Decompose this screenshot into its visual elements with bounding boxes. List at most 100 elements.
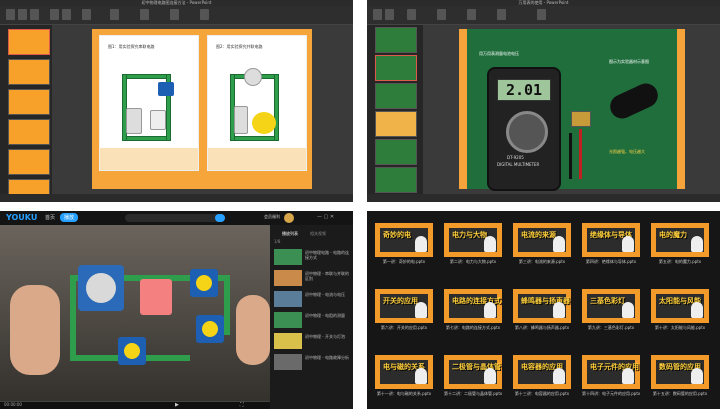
wire <box>70 275 76 361</box>
youku-header: YOUKU 首页 播放 会员福利 — ▢ ✕ <box>0 211 353 225</box>
hand-left <box>10 285 60 375</box>
battery-component <box>126 108 142 134</box>
window-controls[interactable]: — ▢ ✕ <box>317 214 347 220</box>
slide-thumbnail[interactable] <box>8 149 50 175</box>
slide: 用万用表测量电池电压 图示为实验器材示意图 光照越强，电压越大 2.01 DT-… <box>459 29 685 191</box>
ribbon-button[interactable] <box>50 9 59 20</box>
file-card[interactable]: 太阳能与风能 第十讲：太阳能与风能.pptx <box>651 289 709 333</box>
file-card[interactable]: 开关的应用 第六讲：开关的应用.pptx <box>375 289 433 333</box>
cartoon-figure-icon <box>484 236 496 252</box>
file-card[interactable]: 电力与大物 第二讲：电力与大物.pptx <box>444 223 502 267</box>
cartoon-figure-icon <box>415 236 427 252</box>
slide-thumbnail-pane <box>367 25 423 194</box>
cartoon-figure-icon <box>415 368 427 384</box>
ribbon-button[interactable] <box>62 9 71 20</box>
playlist-item[interactable]: 初中物理 - 串联与并联的区别 <box>274 270 350 286</box>
cartoon-figure-icon <box>484 302 496 318</box>
slide-thumbnail[interactable] <box>8 29 50 55</box>
slide-thumbnail[interactable] <box>375 55 417 81</box>
wire <box>122 74 170 79</box>
fullscreen-icon[interactable]: ⛶ <box>240 402 244 408</box>
ribbon-button[interactable] <box>140 9 149 20</box>
ribbon-button[interactable] <box>82 9 91 20</box>
cartoon-figure-icon <box>415 302 427 318</box>
note-top: 用万用表测量电池电压 <box>479 51 519 56</box>
note-right: 图示为实验器材示意图 <box>609 59 649 64</box>
youku-logo[interactable]: YOUKU <box>6 213 37 222</box>
slide-thumbnail[interactable] <box>8 89 50 115</box>
file-card[interactable]: 电子元件的应用 第十四讲：电子元件的应用.pptx <box>582 355 640 399</box>
ribbon-button[interactable] <box>437 9 446 20</box>
nav-play-active[interactable]: 播放 <box>60 213 79 222</box>
playlist-item[interactable]: 初中物理电路 - 电路的连接方式 <box>274 249 350 265</box>
tab-playlist[interactable]: 播放列表 <box>282 231 298 237</box>
file-card[interactable]: 三基色彩灯 第九讲：三基色彩灯.pptx <box>582 289 640 333</box>
slide-thumbnail-pane <box>0 25 52 202</box>
ribbon-button[interactable] <box>18 9 27 20</box>
ribbon-button[interactable] <box>497 9 506 20</box>
vip-label[interactable]: 会员福利 <box>264 214 280 220</box>
status-bar <box>367 194 720 202</box>
playlist-item[interactable]: 初中物理 - 开关与灯泡 <box>274 333 350 349</box>
file-card[interactable]: 数码管的应用 第十五讲：数码管的应用.pptx <box>651 355 709 399</box>
playlist-item[interactable]: 初中物理 - 电路故障分析 <box>274 354 350 370</box>
cartoon-figure-icon <box>622 236 634 252</box>
ribbon-button[interactable] <box>373 9 382 20</box>
wire <box>274 74 279 141</box>
slide-page-left: 图1：用实验探究串联电路 <box>99 35 199 171</box>
slide-thumbnail[interactable] <box>375 167 417 193</box>
led-module <box>140 279 172 315</box>
play-button[interactable]: ▶ <box>175 402 179 408</box>
slide-thumbnail[interactable] <box>8 119 50 145</box>
wire <box>224 275 230 335</box>
tab-related[interactable]: 相关视频 <box>310 231 326 237</box>
motor-component <box>252 112 276 134</box>
ribbon-button[interactable] <box>30 9 39 20</box>
switch-module <box>118 337 146 365</box>
playlist-item[interactable]: 初中物理 - 电流与电压 <box>274 291 350 307</box>
video-frame[interactable] <box>0 225 270 401</box>
time-display: 00:00:00 <box>4 402 22 407</box>
file-card[interactable]: 蜂鸣器与扬声器 第八讲：蜂鸣器与扬声器.pptx <box>513 289 571 333</box>
cartoon-figure-icon <box>553 236 565 252</box>
slide-thumbnail[interactable] <box>375 111 417 137</box>
ribbon-button[interactable] <box>170 9 179 20</box>
ribbon-button[interactable] <box>537 9 546 20</box>
meter-label: DIGITAL MULTIMETER <box>497 162 540 167</box>
file-card[interactable]: 电流的来源 第三讲：电流的来源.pptx <box>513 223 571 267</box>
slide-thumbnail[interactable] <box>375 83 417 109</box>
ribbon-button[interactable] <box>110 9 119 20</box>
avatar[interactable] <box>284 213 294 223</box>
page-title: 图1：用实验探究串联电路 <box>108 44 155 49</box>
ribbon-button[interactable] <box>385 9 394 20</box>
slide-page-right: 图2：用实验探究并联电路 <box>207 35 307 171</box>
nav-home[interactable]: 首页 <box>45 214 55 221</box>
file-card[interactable]: 绝缘体与导体 第四讲：绝缘体与导体.pptx <box>582 223 640 267</box>
playlist-item[interactable]: 初中物理 - 电阻的测量 <box>274 312 350 328</box>
progress-bar[interactable] <box>0 401 270 402</box>
file-card[interactable]: 电的魔力 第五讲：电的魔力.pptx <box>651 223 709 267</box>
file-card[interactable]: 电路的连接方式 第七讲：电路的连接方式.pptx <box>444 289 502 333</box>
file-card[interactable]: 二极管与晶体管 第十二讲：二极管与晶体管.pptx <box>444 355 502 399</box>
ribbon-button[interactable] <box>407 9 416 20</box>
switch-module <box>190 269 218 297</box>
wire <box>122 136 170 141</box>
file-card[interactable]: 奇妙的电 第一讲：奇妙的电.pptx <box>375 223 433 267</box>
ribbon-button[interactable] <box>200 9 209 20</box>
red-probe <box>579 129 582 179</box>
slide-thumbnail[interactable] <box>375 139 417 165</box>
bulb-component <box>150 110 166 130</box>
wire <box>230 136 278 141</box>
meter-model: DT-9205 <box>507 155 524 160</box>
ribbon-button[interactable] <box>467 9 476 20</box>
playlist-count: 1/8 <box>274 239 281 244</box>
file-card[interactable]: 电与磁的关系 第十一讲：电与磁的关系.pptx <box>375 355 433 399</box>
slide-thumbnail[interactable] <box>8 59 50 85</box>
slide-thumbnail[interactable] <box>375 27 417 53</box>
ribbon-button[interactable] <box>6 9 15 20</box>
cartoon-figure-icon <box>553 302 565 318</box>
cartoon-figure-icon <box>484 368 496 384</box>
search-icon[interactable] <box>215 214 225 222</box>
file-card[interactable]: 电容器的应用 第十三讲：电容器的应用.pptx <box>513 355 571 399</box>
search-input[interactable] <box>125 214 225 222</box>
